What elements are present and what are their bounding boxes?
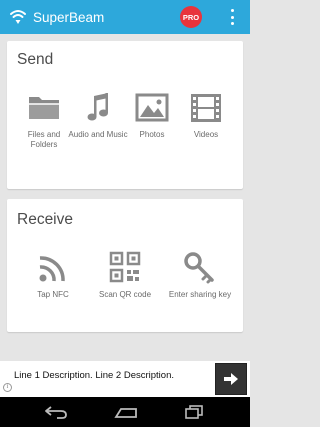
folder-icon <box>14 91 74 127</box>
tap-nfc-button[interactable]: Tap NFC <box>23 251 83 300</box>
send-card: Send Files and Folders Audio and Music P… <box>7 41 243 189</box>
home-button[interactable] <box>101 397 151 427</box>
receive-title: Receive <box>17 211 73 228</box>
nfc-icon <box>23 251 83 287</box>
photos-label: Photos <box>139 130 165 139</box>
send-title: Send <box>17 51 54 68</box>
files-and-folders-button[interactable]: Files and Folders <box>14 91 74 150</box>
photos-button[interactable]: Photos <box>122 91 182 140</box>
home-icon <box>114 408 137 418</box>
enter-sharing-key-label: Enter sharing key <box>168 290 232 299</box>
arrow-right-icon <box>224 373 238 385</box>
videos-label: Videos <box>193 130 219 139</box>
audio-and-music-label: Audio and Music <box>68 130 128 139</box>
ad-arrow-button[interactable] <box>215 363 247 395</box>
enter-sharing-key-button[interactable]: Enter sharing key <box>167 251 233 300</box>
videos-button[interactable]: Videos <box>176 91 236 140</box>
scan-qr-code-label: Scan QR code <box>98 290 152 299</box>
tap-nfc-label: Tap NFC <box>37 290 69 299</box>
receive-card: Receive Tap NFC Scan QR code Enter shari… <box>7 199 243 332</box>
pro-badge[interactable]: PRO <box>180 6 202 28</box>
recent-apps-button[interactable] <box>169 397 219 427</box>
navigation-bar <box>0 397 250 427</box>
film-icon <box>176 91 236 127</box>
ad-text: Line 1 Description. Line 2 Description. <box>14 370 175 381</box>
back-button[interactable] <box>31 397 81 427</box>
superbeam-logo-icon <box>8 7 28 27</box>
ad-banner[interactable]: Line 1 Description. Line 2 Description. … <box>0 361 250 397</box>
scan-qr-code-button[interactable]: Scan QR code <box>95 251 155 300</box>
recent-apps-icon <box>185 405 203 419</box>
key-icon <box>167 251 233 287</box>
ad-info-icon[interactable]: i <box>3 383 12 392</box>
app-bar: SuperBeam <box>0 0 250 34</box>
audio-and-music-button[interactable]: Audio and Music <box>68 91 128 140</box>
back-icon <box>45 406 67 419</box>
files-and-folders-label: Files and Folders <box>27 130 61 149</box>
music-note-icon <box>68 91 128 127</box>
app-title: SuperBeam <box>33 9 105 25</box>
qr-code-icon <box>95 251 155 287</box>
image-icon <box>122 91 182 127</box>
overflow-menu-icon[interactable] <box>226 7 238 27</box>
